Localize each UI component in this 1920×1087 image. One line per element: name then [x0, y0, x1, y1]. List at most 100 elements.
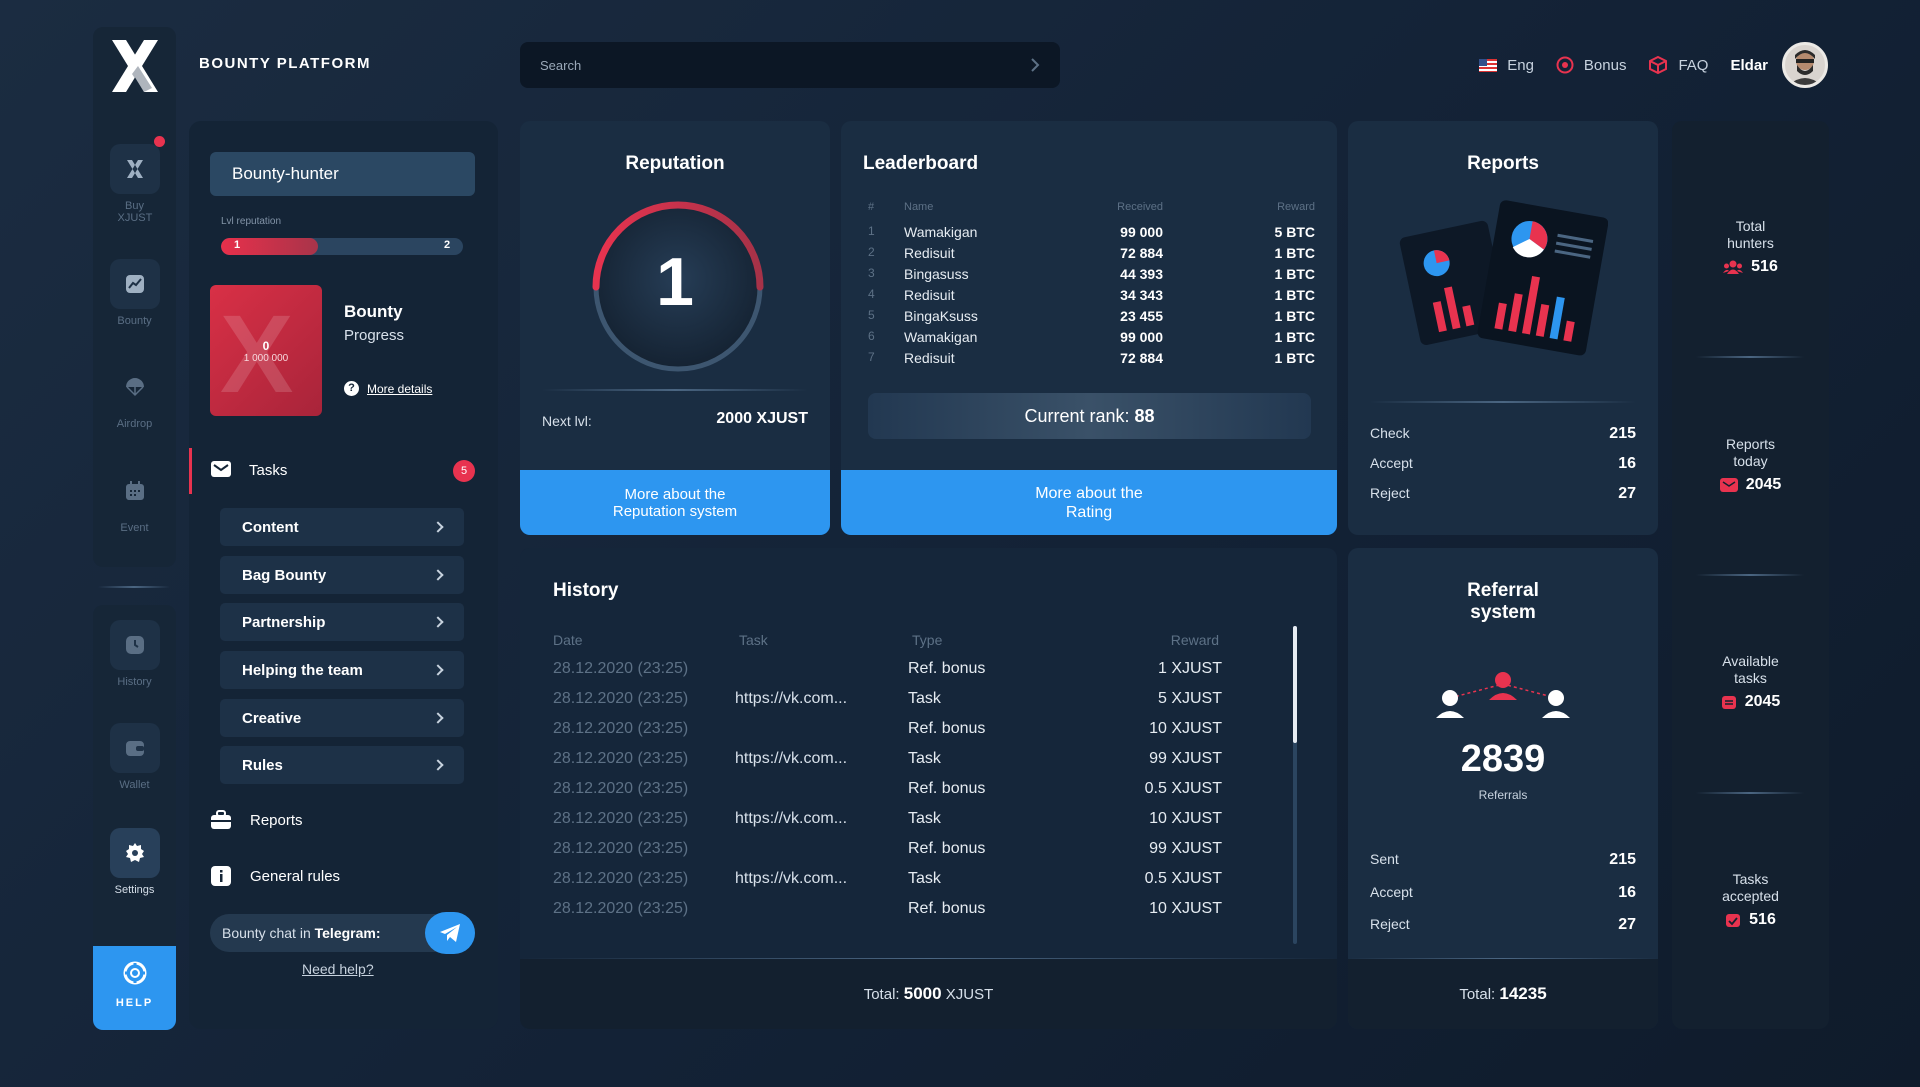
- mail-icon: [211, 461, 231, 477]
- faq-link[interactable]: FAQ: [1648, 55, 1708, 75]
- subtask-helping-team[interactable]: Helping the team: [220, 651, 464, 689]
- subtask-label: Partnership: [242, 613, 326, 631]
- language-selector[interactable]: Eng: [1479, 57, 1534, 74]
- header-actions: Eng Bonus FAQ Eldar: [1479, 42, 1828, 88]
- col-header-type: Type: [912, 632, 943, 648]
- history-row[interactable]: 28.12.2020 (23:25) Ref. bonus 10 XJUST: [520, 720, 1337, 744]
- rating-more-button[interactable]: More about the Rating: [841, 470, 1337, 535]
- bonus-link[interactable]: Bonus: [1556, 56, 1627, 74]
- reward-value: 5 BTC: [1274, 224, 1315, 240]
- stat-label: accepted: [1722, 888, 1779, 904]
- divider: [1696, 574, 1804, 576]
- chevron-right-icon[interactable]: [1030, 57, 1040, 73]
- need-help-link[interactable]: Need help?: [302, 961, 374, 977]
- history-row[interactable]: 28.12.2020 (23:25) Ref. bonus 10 XJUST: [520, 900, 1337, 924]
- subtask-label: Helping the team: [242, 661, 363, 679]
- chevron-right-icon: [432, 712, 444, 724]
- reward-value: 1 BTC: [1274, 350, 1315, 366]
- scrollbar-thumb[interactable]: [1293, 626, 1297, 743]
- level-label: Lvl reputation: [221, 216, 282, 227]
- history-row[interactable]: 28.12.2020 (23:25) https://vk.com... Task 0…: [520, 870, 1337, 894]
- stat-value: 215: [1609, 851, 1636, 868]
- rail-item-event[interactable]: Event: [93, 466, 176, 534]
- history-row[interactable]: 28.12.2020 (23:25) https://vk.com... Task 1…: [520, 810, 1337, 834]
- stat-label: hunters: [1727, 235, 1774, 251]
- more-details-link[interactable]: ? More details: [344, 381, 432, 396]
- leaderboard-row[interactable]: 5 BingaKsuss 23 455 1 BTC: [841, 308, 1337, 329]
- leaderboard-row[interactable]: 2 Redisuit 72 884 1 BTC: [841, 245, 1337, 266]
- rank-num: 7: [868, 350, 875, 364]
- leaderboard-row[interactable]: 7 Redisuit 72 884 1 BTC: [841, 350, 1337, 371]
- search-bar[interactable]: Search: [520, 42, 1060, 88]
- report-stat-accept: Accept 16: [1370, 455, 1636, 472]
- rail-item-bounty[interactable]: Bounty: [93, 259, 176, 327]
- telegram-chat-prefix: Bounty chat in: [222, 925, 315, 941]
- history-type: Ref. bonus: [908, 840, 986, 857]
- more-details-label: More details: [367, 381, 433, 396]
- subtask-content[interactable]: Content: [220, 508, 464, 546]
- subtask-label: Rules: [242, 756, 283, 774]
- sidebar-item-tasks[interactable]: Tasks 5: [189, 448, 498, 494]
- history-type: Ref. bonus: [908, 660, 986, 677]
- button-line: Reputation system: [612, 503, 738, 520]
- history-task-link[interactable]: https://vk.com...: [735, 870, 847, 888]
- referral-title: Referral system: [1348, 580, 1658, 624]
- faq-label: FAQ: [1678, 56, 1709, 74]
- total-value: 5000: [903, 984, 942, 1003]
- calendar-icon: [110, 466, 160, 516]
- referral-count-label: Referrals: [1478, 788, 1528, 802]
- divider: [1696, 356, 1804, 358]
- player-name: Redisuit: [904, 245, 955, 261]
- subtask-partnership[interactable]: Partnership: [220, 603, 464, 641]
- rail-item-settings[interactable]: Settings: [93, 828, 176, 896]
- history-scrollbar[interactable]: [1293, 626, 1297, 944]
- history-row[interactable]: 28.12.2020 (23:25) https://vk.com... Task 5…: [520, 690, 1337, 714]
- bounty-progress-card: X 0 1 000 000: [210, 285, 322, 416]
- avatar[interactable]: [1782, 42, 1828, 88]
- rail-item-airdrop[interactable]: Airdrop: [93, 362, 176, 430]
- history-task-link[interactable]: https://vk.com...: [735, 810, 847, 828]
- rank-num: 4: [868, 287, 875, 301]
- leaderboard-row[interactable]: 3 Bingasuss 44 393 1 BTC: [841, 266, 1337, 287]
- reputation-more-button[interactable]: More about the Reputation system: [520, 470, 830, 535]
- leaderboard-row[interactable]: 4 Redisuit 34 343 1 BTC: [841, 287, 1337, 308]
- x-logo-icon[interactable]: [108, 36, 162, 96]
- stat-value: 27: [1618, 485, 1636, 502]
- subtask-creative[interactable]: Creative: [220, 699, 464, 737]
- divider: [1370, 401, 1636, 403]
- help-button[interactable]: HELP: [93, 946, 176, 1030]
- telegram-button[interactable]: [425, 912, 475, 954]
- rail-item-wallet[interactable]: Wallet: [93, 723, 176, 791]
- history-row[interactable]: 28.12.2020 (23:25) https://vk.com... Task 9…: [520, 750, 1337, 774]
- history-row[interactable]: 28.12.2020 (23:25) Ref. bonus 99 XJUST: [520, 840, 1337, 864]
- mail-icon: [1719, 478, 1738, 492]
- history-type: Task: [908, 750, 941, 767]
- rail-item-history[interactable]: History: [93, 620, 176, 688]
- history-date: 28.12.2020 (23:25): [553, 720, 689, 737]
- leaderboard-row[interactable]: 1 Wamakigan 99 000 5 BTC: [841, 224, 1337, 245]
- lifebuoy-icon: [93, 960, 176, 991]
- sidebar-item-reports[interactable]: Reports: [210, 810, 303, 830]
- history-row[interactable]: 28.12.2020 (23:25) Ref. bonus 1 XJUST: [520, 660, 1337, 684]
- search-input[interactable]: Search: [540, 58, 1030, 73]
- user-menu[interactable]: Eldar: [1730, 42, 1828, 88]
- sidebar-item-general-rules[interactable]: General rules: [210, 866, 340, 886]
- history-type: Ref. bonus: [908, 720, 986, 737]
- history-task-link[interactable]: https://vk.com...: [735, 690, 847, 708]
- referral-card: Referral system 2839 Referrals Sent 215 A…: [1348, 548, 1658, 1029]
- leaderboard-row[interactable]: 6 Wamakigan 99 000 1 BTC: [841, 329, 1337, 350]
- rail-label: Event: [120, 522, 149, 534]
- leaderboard-title: Leaderboard: [863, 153, 979, 174]
- bonus-label: Bonus: [1583, 56, 1627, 74]
- x-logo-icon: [109, 136, 165, 194]
- history-task-link[interactable]: https://vk.com...: [735, 750, 847, 768]
- brand-title: BOUNTY PLATFORM: [199, 55, 371, 72]
- history-row[interactable]: 28.12.2020 (23:25) Ref. bonus 0.5 XJUST: [520, 780, 1337, 804]
- history-reward: 10 XJUST: [1149, 720, 1222, 737]
- subtask-rules[interactable]: Rules: [220, 746, 464, 784]
- rail-item-buy-xjust[interactable]: Buy XJUST: [93, 136, 176, 224]
- subtask-bag-bounty[interactable]: Bag Bounty: [220, 556, 464, 594]
- clock-icon: [109, 620, 160, 670]
- total-value: 14235: [1499, 984, 1547, 1003]
- reward-value: 1 BTC: [1274, 329, 1315, 345]
